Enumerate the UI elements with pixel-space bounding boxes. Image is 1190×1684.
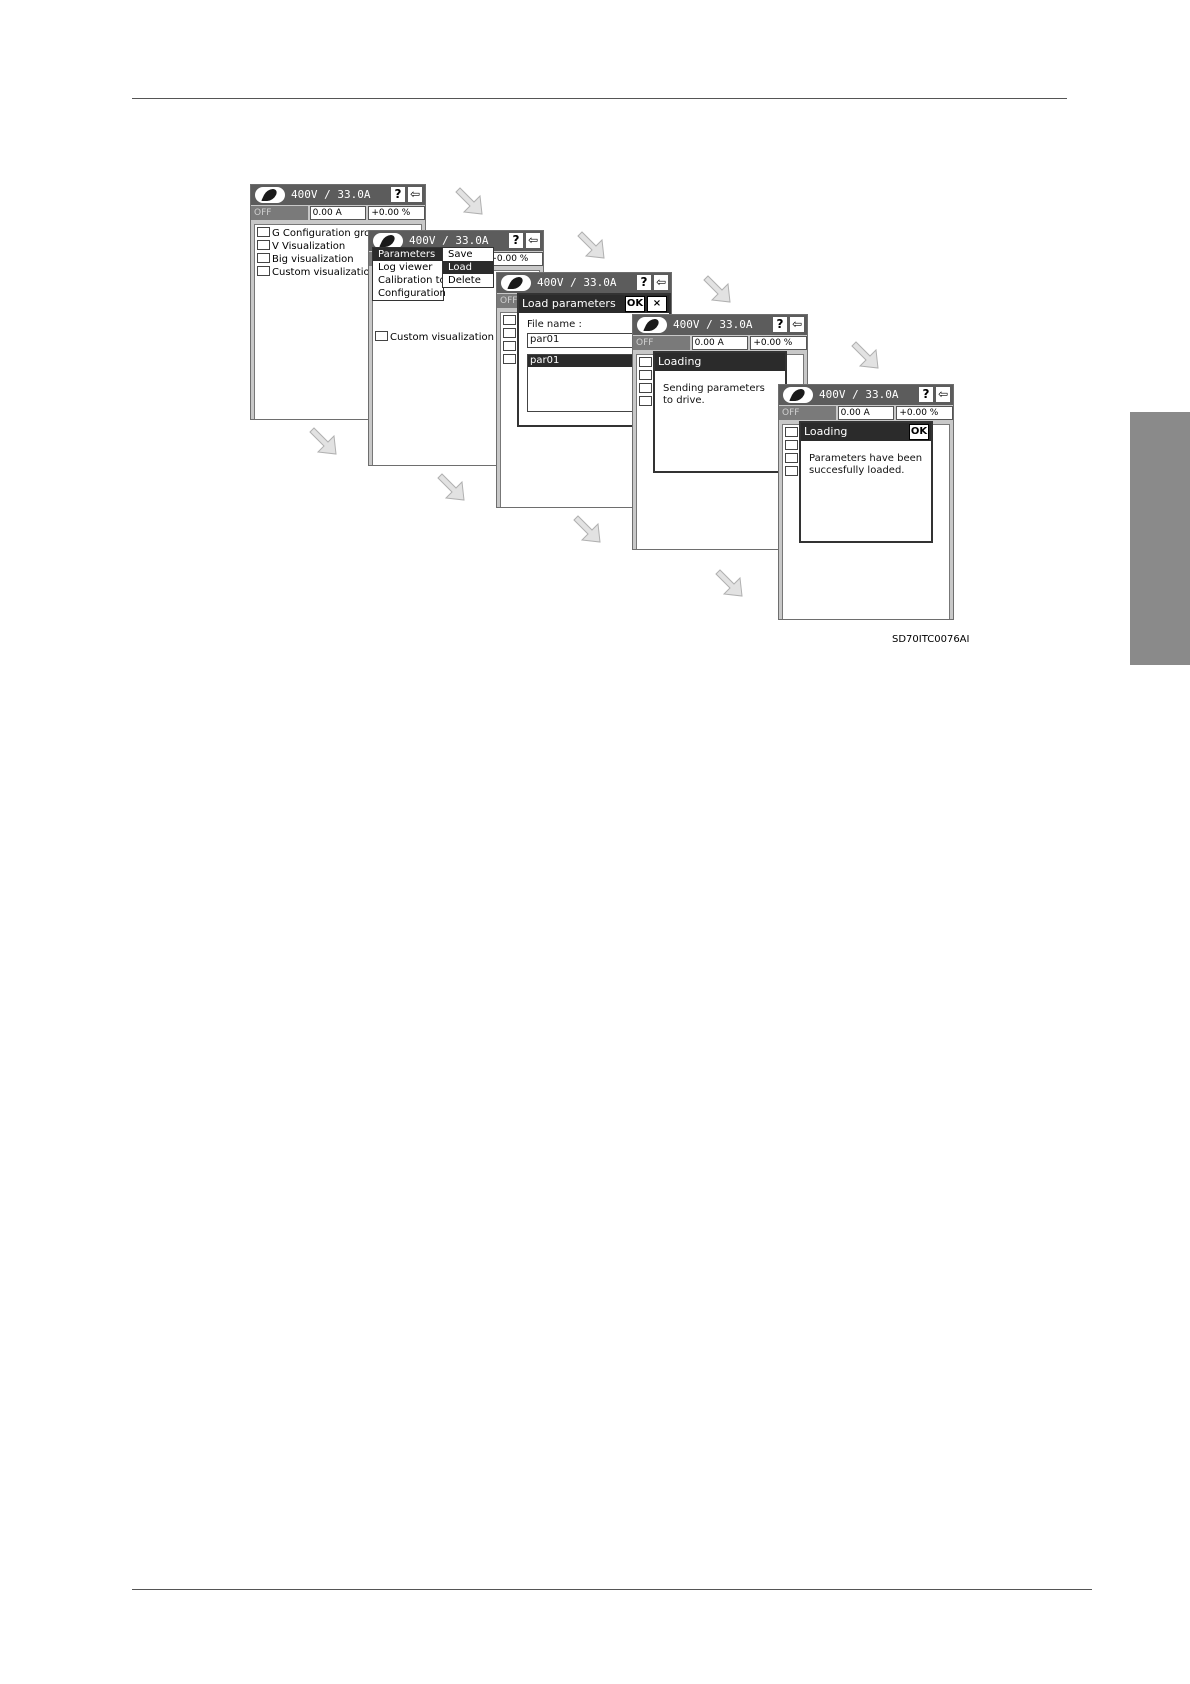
status-bar: OFF 0.00 A +0.00 % bbox=[779, 405, 953, 421]
exit-icon[interactable]: ⇦ bbox=[936, 387, 950, 402]
flow-arrow-icon bbox=[437, 473, 465, 501]
status-current: 0.00 A bbox=[837, 406, 895, 420]
folder-icon bbox=[503, 354, 516, 364]
title-text: 400V / 33.0A bbox=[537, 276, 617, 289]
title-bar: 400V / 33.0A ? ⇦ bbox=[497, 273, 671, 293]
status-percent: +0.00 % bbox=[486, 252, 543, 266]
submenu-item-load[interactable]: Load bbox=[443, 261, 493, 274]
figure-caption: SD70ITC0076AI bbox=[892, 634, 970, 645]
dialog-title: Loading bbox=[658, 355, 702, 368]
menu-item-configuration[interactable]: Configuration bbox=[373, 287, 446, 300]
folder-icon bbox=[785, 453, 798, 463]
status-percent: +0.00 % bbox=[750, 336, 807, 350]
flow-arrow-icon bbox=[577, 231, 605, 259]
status-percent: +0.00 % bbox=[368, 206, 425, 220]
screen-5: 400V / 33.0A ? ⇦ OFF 0.00 A +0.00 % G V … bbox=[778, 384, 954, 620]
exit-icon[interactable]: ⇦ bbox=[408, 187, 422, 202]
folder-icon bbox=[639, 370, 652, 380]
flow-arrow-icon bbox=[703, 275, 731, 303]
title-bar: 400V / 33.0A ? ⇦ bbox=[251, 185, 425, 205]
close-icon[interactable]: × bbox=[647, 296, 667, 312]
dialog-body: Sending parameters to drive. bbox=[655, 371, 785, 413]
status-current: 0.00 A bbox=[691, 336, 749, 350]
menu-item-parameters[interactable]: Parameters bbox=[373, 248, 443, 261]
folder-icon bbox=[503, 315, 516, 325]
status-state: OFF bbox=[779, 406, 836, 420]
flow-arrow-icon bbox=[573, 515, 601, 543]
folder-icon bbox=[785, 427, 798, 437]
load-complete-dialog: Loading OK Parameters have been succesfu… bbox=[799, 421, 933, 543]
folder-icon bbox=[257, 253, 270, 263]
status-current: 0.00 A bbox=[309, 206, 367, 220]
dialog-title: Loading bbox=[804, 425, 848, 438]
logo-icon bbox=[637, 317, 667, 333]
folder-icon bbox=[375, 331, 388, 341]
status-state: OFF bbox=[251, 206, 308, 220]
folder-icon bbox=[503, 341, 516, 351]
help-icon[interactable]: ? bbox=[391, 187, 405, 202]
folder-icon bbox=[257, 240, 270, 250]
menu-item-calibration-tool[interactable]: Calibration tool bbox=[373, 274, 455, 287]
success-message: Parameters have been succesfully loaded. bbox=[809, 453, 923, 476]
submenu-item-save[interactable]: Save bbox=[443, 248, 493, 261]
dialog-title: Load parameters bbox=[522, 297, 616, 310]
loading-dialog: Loading Sending parameters to drive. bbox=[653, 351, 787, 473]
folder-icon bbox=[257, 227, 270, 237]
ok-button[interactable]: OK bbox=[909, 424, 929, 440]
logo-icon bbox=[501, 275, 531, 291]
status-bar: OFF 0.00 A +0.00 % bbox=[633, 335, 807, 351]
title-text: 400V / 33.0A bbox=[291, 188, 371, 201]
main-menu: Parameters Log viewer Calibration tool C… bbox=[372, 247, 455, 301]
folder-icon bbox=[785, 440, 798, 450]
parameters-submenu: Save Load Delete bbox=[442, 247, 494, 288]
status-state: OFF bbox=[633, 336, 690, 350]
dialog-header: Loading bbox=[655, 353, 785, 371]
help-icon[interactable]: ? bbox=[773, 317, 787, 332]
folder-icon bbox=[503, 328, 516, 338]
folder-icon bbox=[257, 266, 270, 276]
help-icon[interactable]: ? bbox=[637, 275, 651, 290]
help-icon[interactable]: ? bbox=[919, 387, 933, 402]
submenu-item-delete[interactable]: Delete bbox=[443, 274, 493, 287]
exit-icon[interactable]: ⇦ bbox=[790, 317, 804, 332]
flow-arrow-icon bbox=[455, 187, 483, 215]
folder-icon bbox=[639, 357, 652, 367]
exit-icon[interactable]: ⇦ bbox=[654, 275, 668, 290]
help-icon[interactable]: ? bbox=[509, 233, 523, 248]
title-bar: 400V / 33.0A ? ⇦ bbox=[779, 385, 953, 405]
flow-arrow-icon bbox=[309, 427, 337, 455]
title-text: 400V / 33.0A bbox=[819, 388, 899, 401]
folder-icon bbox=[639, 383, 652, 393]
side-tab bbox=[1130, 412, 1190, 665]
menu-item-log-viewer[interactable]: Log viewer bbox=[373, 261, 443, 274]
flow-arrow-icon bbox=[851, 341, 879, 369]
logo-icon bbox=[255, 187, 285, 203]
title-bar: 400V / 33.0A ? ⇦ bbox=[633, 315, 807, 335]
logo-icon bbox=[783, 387, 813, 403]
loading-message: Sending parameters to drive. bbox=[663, 383, 765, 406]
dialog-header: Load parameters OK × bbox=[519, 295, 669, 313]
folder-icon bbox=[785, 466, 798, 476]
folder-icon bbox=[639, 396, 652, 406]
dialog-header: Loading OK bbox=[801, 423, 931, 441]
status-bar: OFF 0.00 A +0.00 % bbox=[251, 205, 425, 221]
status-percent: +0.00 % bbox=[896, 406, 953, 420]
ok-button[interactable]: OK bbox=[625, 296, 645, 312]
dialog-body: Parameters have been succesfully loaded. bbox=[801, 441, 931, 483]
title-text: 400V / 33.0A bbox=[673, 318, 753, 331]
flow-arrow-icon bbox=[715, 569, 743, 597]
exit-icon[interactable]: ⇦ bbox=[526, 233, 540, 248]
bottom-rule bbox=[132, 1589, 1092, 1590]
top-rule bbox=[132, 98, 1067, 99]
